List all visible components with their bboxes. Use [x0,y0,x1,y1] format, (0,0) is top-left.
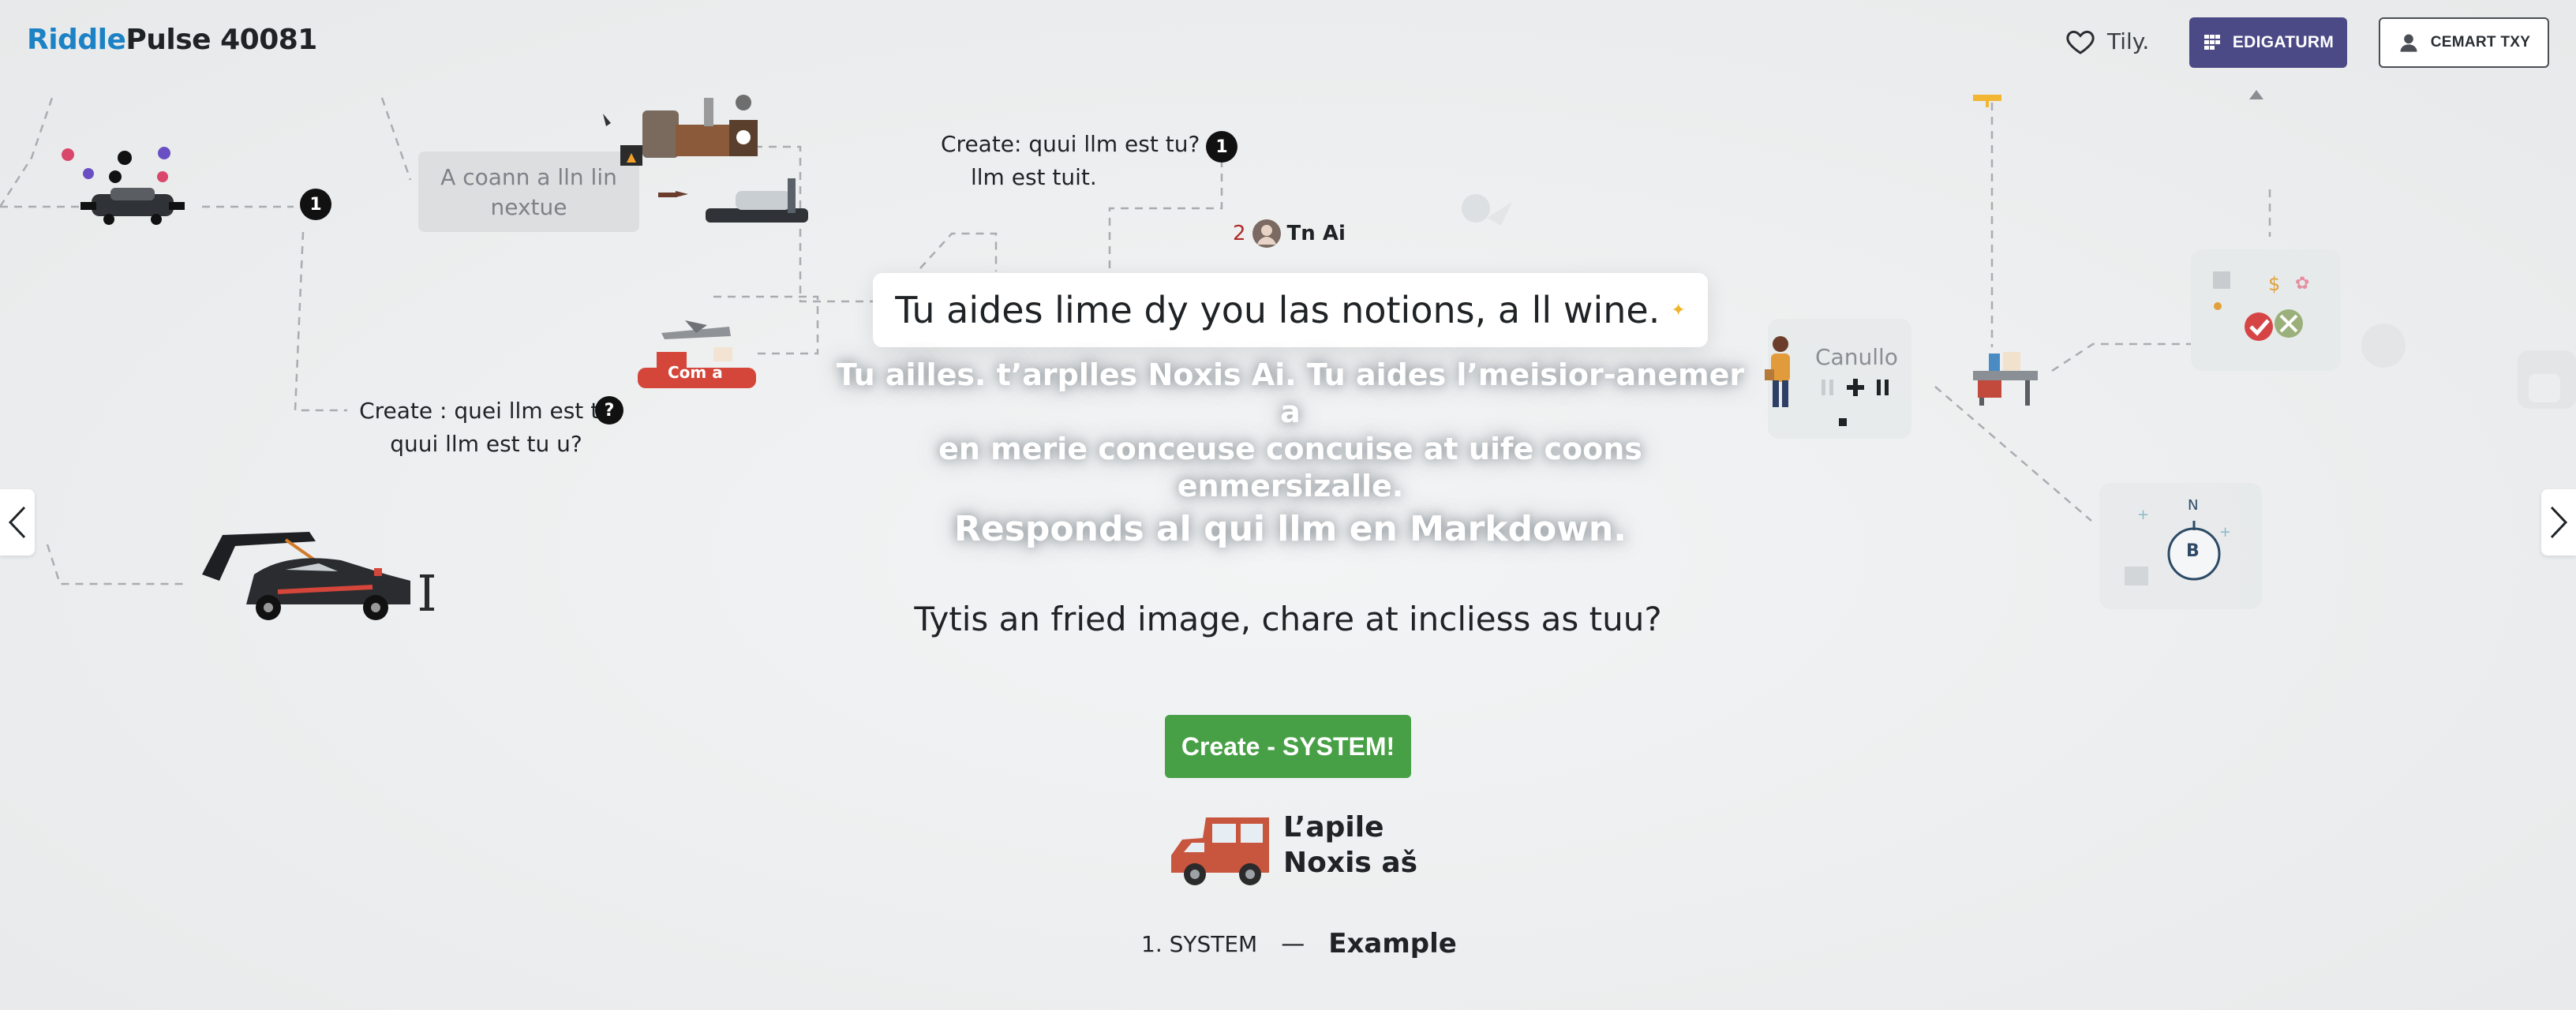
primary-header-button-label: EDIGATURM [2232,33,2334,51]
system-line-3: Responds al qui llm en Markdown. [954,509,1627,550]
system-prompt-text: Tu ailles. t’arplles Noxis Ai. Tu aides … [829,357,1752,552]
heart-icon [2066,30,2095,54]
van-caption-line1: L’apile [1283,811,1384,844]
lamp-top-icon [1973,95,2001,107]
caret-up-icon [2249,90,2263,99]
rewards-illustration: $ ✿ [2213,271,2309,341]
plus-icon[interactable] [1845,377,1866,398]
svg-text:✿: ✿ [2295,274,2309,294]
compass-illustration: + + [2125,507,2231,585]
page: RiddlePulse 40081 Tily. EDIGATURM CEMART… [0,0,2576,1010]
compass-north: N [2188,497,2199,514]
previous-arrow-button[interactable] [0,489,35,556]
worker-label: Canullo [1815,344,1898,370]
node-top-line1: Create: quui llm est tu? [941,131,1200,157]
user-question: Tytis an fried image, chare at incliess … [914,600,1662,638]
van-caption-line2: Noxis aš [1283,847,1418,879]
persona-name: Tn Ai [1286,222,1346,245]
persona-tag: 2 Tn Ai [1233,219,1346,248]
logo-brand-part: Riddle [27,24,126,56]
favorite-label: Tily. [2107,28,2150,54]
avatar [1252,219,1281,248]
faint-shapes-decoration [2361,324,2576,409]
step-badge-1: 1 [300,189,331,220]
machinery-illustration [603,95,808,223]
chevron-left-icon [8,506,26,539]
favorite-link[interactable]: Tily. [2065,25,2149,57]
svg-text:+: + [2137,507,2149,523]
node-left-line2: quui llm est tu u? [390,431,582,457]
hero-prompt-card: Tu aides lime dy you las notions, a ll w… [873,273,1708,347]
pause-icon-faint[interactable] [1820,378,1836,397]
crane-car-illustration [202,532,434,620]
user-icon [2400,34,2417,52]
step-footer: 1. SYSTEM — Example [1141,928,1457,960]
van-caption: L’apile Noxis aš [1283,810,1417,881]
drone-illustration [62,147,185,225]
svg-text:$: $ [2268,273,2280,295]
logo-name-part: Pulse 40081 [125,24,317,56]
node-top-text: Create: quui llm est tu? llm est tuit. [941,128,1201,194]
svg-text:+: + [2219,524,2231,541]
example-link[interactable]: Example [1328,928,1457,960]
playback-controls [1820,377,1891,398]
small-marker-icon [1839,418,1847,426]
create-system-button[interactable]: Create - SYSTEM! [1165,715,1411,778]
faint-bird-decoration [1462,194,1512,226]
system-line-2: en merie conceuse concuise at uife coons… [938,432,1642,504]
hero-prompt-text: Tu aides lime dy you las notions, a ll w… [895,289,1661,331]
desk-illustration [1973,352,2038,406]
compass-letter: B [2186,541,2200,561]
system-line-1: Tu ailles. t’arplles Noxis Ai. Tu aides … [836,357,1745,430]
primary-header-button[interactable]: EDIGATURM [2189,17,2347,68]
step-badge-2: 1 [1206,131,1237,163]
chevron-right-icon [2550,506,2568,539]
node-top-line2: llm est tuit. [971,164,1097,190]
grid-icon [2203,35,2220,50]
node-left-line1: Create : quei llm est tu [359,398,613,424]
persona-number: 2 [1233,222,1246,245]
step-label[interactable]: 1. SYSTEM [1141,931,1257,957]
next-arrow-button[interactable] [2541,489,2576,556]
ship-label: Com a [668,363,723,382]
help-badge[interactable]: ? [595,396,623,425]
pause-icon[interactable] [1875,378,1891,397]
node-left-text: Create : quei llm est tu quui llm est tu… [344,395,628,461]
account-button-label: CEMART TXY [2430,34,2531,50]
worker-illustration [1765,336,1790,407]
app-logo[interactable]: RiddlePulse 40081 [27,24,317,56]
account-button[interactable]: CEMART TXY [2379,17,2549,68]
step-separator: — [1281,930,1305,958]
van-illustration [1171,817,1269,885]
sparkle-icon: ✦ [1671,300,1686,320]
